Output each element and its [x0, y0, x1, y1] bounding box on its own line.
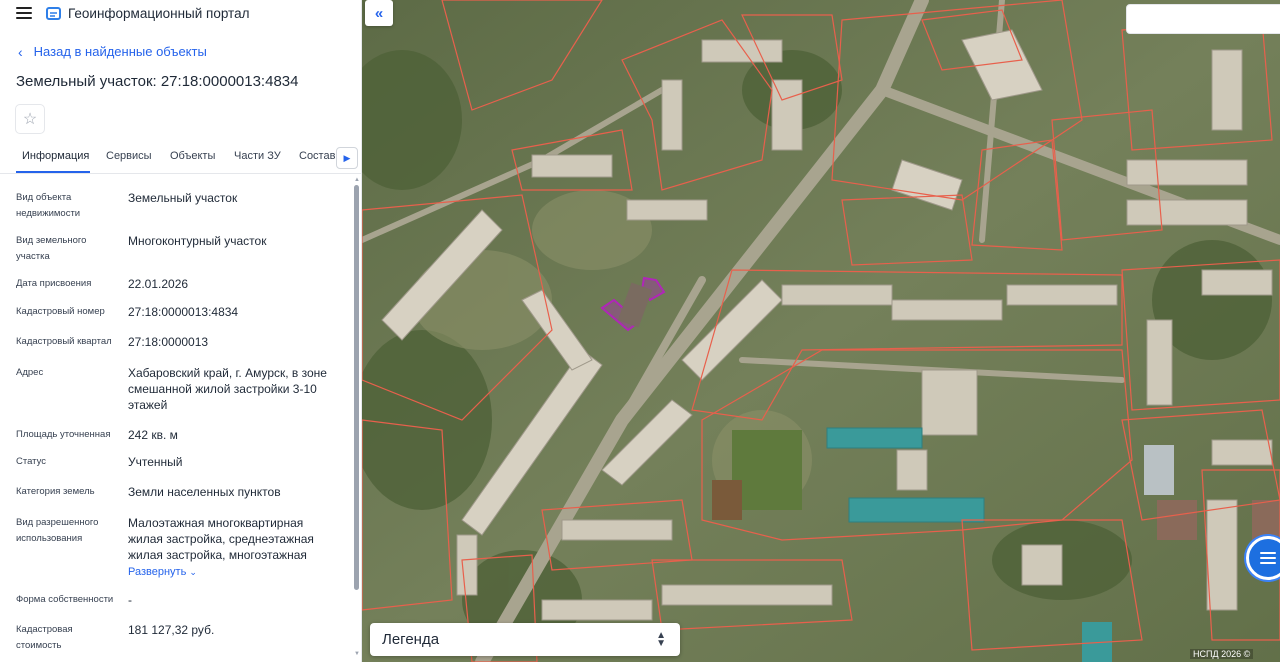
portal-logo-icon — [46, 6, 61, 21]
tab-composition[interactable]: Состав — [299, 150, 335, 162]
field-value: 27:18:0000013 — [128, 335, 209, 349]
active-tab-indicator — [16, 171, 90, 173]
field-value: Многоконтурный участок — [128, 234, 267, 248]
field-label: Вид объекта недвижимости — [16, 192, 81, 219]
field-value: - — [128, 593, 132, 607]
field-value: Малоэтажная многоквартирная жилая застро… — [128, 516, 314, 562]
field-value: Земли населенных пунктов — [128, 485, 281, 499]
legend-label: Легенда — [382, 631, 440, 648]
map-search-input[interactable] — [1126, 4, 1280, 34]
map-copyright: НСПД 2026 © — [1190, 649, 1254, 659]
info-panel: Геоинформационный портал ‹ Назад в найде… — [0, 0, 362, 662]
collapse-panel-button[interactable]: « — [365, 0, 393, 26]
field-label: Вид разрешенного использования — [16, 517, 99, 544]
field-value: Хабаровский край, г. Амурск, в зоне смеш… — [128, 366, 327, 412]
map-view[interactable]: НСПД 2026 © — [362, 0, 1280, 662]
scroll-down-icon[interactable]: ▼ — [354, 651, 360, 657]
back-link-label: Назад в найденные объекты — [33, 44, 207, 59]
field-label: Статус — [16, 456, 47, 467]
tab-land-parts[interactable]: Части ЗУ — [234, 150, 281, 162]
field-label: Кадастровая стоимость — [16, 624, 73, 651]
chat-icon — [1260, 552, 1276, 564]
legend-dropdown[interactable]: Легенда ▲ ▼ — [370, 623, 680, 656]
tab-information[interactable]: Информация — [22, 150, 89, 162]
field-value: Земельный участок — [128, 191, 238, 205]
field-value: 181 127,32 руб. — [128, 623, 215, 637]
field-label: Кадастровый квартал — [16, 336, 112, 347]
field-label: Адрес — [16, 367, 44, 378]
expand-link[interactable]: Развернуть ⌄ — [128, 566, 197, 578]
scrollbar-thumb[interactable] — [354, 185, 359, 590]
tab-services[interactable]: Сервисы — [106, 150, 152, 162]
tabs-scroll-right-button[interactable]: ▶ — [336, 147, 358, 169]
scroll-up-icon[interactable]: ▲ — [354, 177, 360, 183]
field-label: Дата присвоения — [16, 278, 92, 289]
field-label: Кадастровый номер — [16, 306, 105, 317]
field-label: Площадь уточненная — [16, 429, 111, 440]
double-chevron-left-icon: « — [374, 4, 384, 22]
field-value: 27:18:0000013:4834 — [128, 305, 239, 319]
favorite-button[interactable]: ☆ — [15, 104, 45, 134]
app-header: Геоинформационный портал — [0, 0, 361, 26]
field-label: Вид земельного участка — [16, 235, 87, 262]
field-value: Учтенный — [128, 455, 183, 469]
star-icon: ☆ — [22, 111, 38, 128]
page-title: Земельный участок: 27:18:0000013:4834 — [16, 73, 299, 90]
satellite-map — [362, 0, 1280, 662]
field-label: Форма собственности — [16, 594, 114, 605]
field-label: Категория земель — [16, 486, 95, 497]
app-title: Геоинформационный портал — [68, 5, 250, 21]
tab-objects[interactable]: Объекты — [170, 150, 215, 162]
expand-link-label: Развернуть — [128, 566, 187, 578]
back-link[interactable]: ‹ Назад в найденные объекты — [18, 44, 207, 59]
chevron-left-icon: ‹ — [18, 43, 23, 60]
field-value: 242 кв. м — [128, 428, 178, 442]
chevron-up-down-icon: ▲ ▼ — [656, 629, 666, 649]
caret-right-icon: ▶ — [343, 152, 351, 163]
menu-icon[interactable] — [16, 7, 32, 19]
chevron-down-icon: ⌄ — [189, 567, 197, 577]
field-value: 22.01.2026 — [128, 277, 189, 291]
tab-bar: Информация Сервисы Объекты Части ЗУ Сост… — [0, 144, 361, 174]
